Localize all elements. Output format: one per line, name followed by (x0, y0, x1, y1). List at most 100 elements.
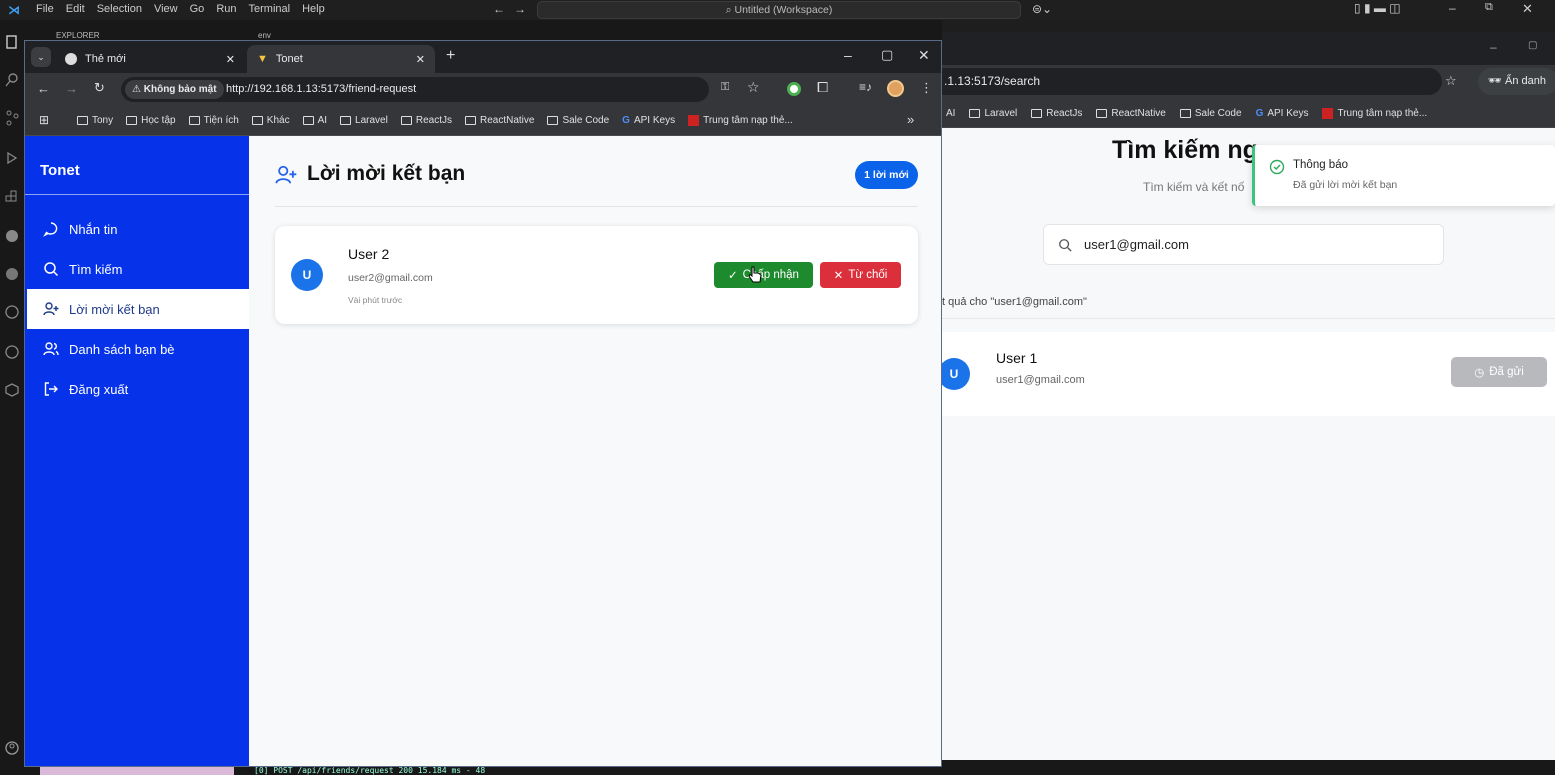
run-debug-icon[interactable] (4, 150, 20, 166)
menu-edit[interactable]: Edit (66, 3, 85, 15)
accept-button[interactable]: ✓ Chấp nhận (714, 262, 813, 288)
search-icon[interactable] (4, 72, 20, 88)
folder-icon (77, 116, 88, 125)
tab-close-icon[interactable]: ✕ (226, 53, 235, 66)
tab-tonet[interactable]: ▼ Tonet ✕ (247, 45, 435, 73)
more-bookmarks-icon[interactable]: » (907, 112, 914, 127)
left-browser-window: ⌄ Thẻ mới ✕ ▼ Tonet ✕ + – ▢ ✕ ← → ↻ ⚠ Kh… (24, 40, 942, 767)
bookmark-tien-ich[interactable]: Tiện ích (188, 115, 239, 126)
close-icon[interactable]: ✕ (1522, 1, 1533, 17)
bookmark-laravel[interactable]: Laravel (340, 115, 388, 126)
right-bookmark-list: AI Laravel ReactJs ReactNative Sale Code… (946, 108, 1427, 119)
menu-selection[interactable]: Selection (97, 3, 142, 15)
reload-icon[interactable]: ↻ (94, 80, 105, 96)
bookmark-reactjs[interactable]: ReactJs (400, 115, 452, 126)
menu-view[interactable]: View (154, 3, 178, 15)
maximize-icon[interactable]: ▢ (1528, 40, 1537, 51)
forward-arrow-icon[interactable]: → (65, 81, 78, 96)
page-title: Lời mời kết bạn (307, 162, 466, 185)
extension-icon[interactable] (787, 82, 801, 96)
right-browser-window: – ▢ .1.13:5173/search ☆ 🕶 Ẩn danh AI Lar… (932, 32, 1555, 760)
tab-close-icon[interactable]: ✕ (416, 53, 425, 66)
python-icon[interactable] (4, 228, 20, 244)
account-icon[interactable] (4, 740, 20, 756)
media-control-icon[interactable]: ≡♪ (859, 80, 872, 94)
security-chip[interactable]: ⚠ Không bảo mật (125, 80, 224, 99)
apps-grid-icon[interactable]: ⊞ (39, 113, 49, 127)
gemini-icon: G (1255, 108, 1264, 119)
minimize-icon[interactable]: – (1490, 40, 1497, 54)
bookmark-trung-tam[interactable]: Trung tâm nạp thẻ... (1322, 108, 1427, 119)
bookmark-ai[interactable]: AI (946, 108, 955, 119)
back-arrow-icon[interactable]: ← (37, 81, 50, 96)
bookmark-star-icon[interactable]: ☆ (747, 79, 760, 96)
copilot-icon[interactable]: ⊜⌄ (1032, 2, 1052, 16)
bookmark-sale-code[interactable]: Sale Code (1179, 108, 1242, 119)
bookmark-sale-code[interactable]: Sale Code (547, 115, 609, 126)
maximize-icon[interactable]: ▢ (881, 47, 893, 63)
sidebar-item-search[interactable]: Tìm kiếm (27, 249, 249, 289)
search-icon (44, 262, 59, 277)
menu-terminal[interactable]: Terminal (249, 3, 291, 15)
new-tab-plus-icon[interactable]: + (446, 47, 455, 65)
menu-file[interactable]: File (36, 3, 54, 15)
sidebar-item-messages[interactable]: Nhắn tin (27, 209, 249, 249)
avatar: U (291, 259, 323, 291)
profile-avatar[interactable] (887, 80, 904, 97)
extensions-icon[interactable] (4, 190, 20, 206)
friend-request-card: U User 2 user2@gmail.com Vài phút trước … (275, 226, 918, 324)
sidebar-item-friends[interactable]: Danh sách bạn bè (27, 329, 249, 369)
bookmark-khac[interactable]: Khác (251, 115, 290, 126)
extensions-puzzle-icon[interactable]: ⧠ (817, 79, 828, 96)
restore-icon[interactable]: ⧉ (1485, 1, 1493, 14)
check-circle-icon (1269, 159, 1285, 175)
reject-button[interactable]: ✕ Từ chối (820, 262, 901, 288)
request-email: user2@gmail.com (348, 272, 433, 284)
files-icon[interactable] (4, 34, 20, 50)
x-icon: ✕ (833, 270, 844, 282)
layout-icon[interactable]: ▯ ▮ ▬ ◫ (1354, 1, 1401, 15)
command-center[interactable]: ⌕ Untitled (Workspace) (537, 1, 1021, 19)
minimize-icon[interactable]: – (844, 47, 852, 63)
right-address-bar[interactable]: .1.13:5173/search (932, 68, 1442, 95)
tabstrip: ⌄ Thẻ mới ✕ ▼ Tonet ✕ + – ▢ ✕ (25, 41, 941, 73)
bookmark-ai[interactable]: AI (302, 115, 327, 126)
bookmark-laravel[interactable]: Laravel (969, 108, 1017, 119)
bookmark-tony[interactable]: Tony (77, 115, 113, 126)
password-key-icon[interactable]: ⚿ (721, 81, 729, 94)
menu-run[interactable]: Run (216, 3, 236, 15)
folder-icon (464, 116, 476, 125)
bookmark-reactnative[interactable]: ReactNative (464, 115, 534, 126)
sidebar-item-friend-requests[interactable]: Lời mời kết bạn (27, 289, 249, 329)
bookmark-api-keys[interactable]: G API Keys (1256, 108, 1309, 119)
menu-go[interactable]: Go (190, 3, 205, 15)
incognito-indicator[interactable]: 🕶 Ẩn danh (1478, 68, 1555, 95)
bookmark-api-keys[interactable]: G API Keys (622, 115, 675, 126)
star-icon[interactable]: ☆ (1445, 73, 1457, 89)
bookmark-hoc-tap[interactable]: Học tập (126, 115, 176, 126)
source-control-icon[interactable] (4, 110, 20, 126)
minimize-icon[interactable]: – (1449, 1, 1456, 15)
tab-new-tab[interactable]: Thẻ mới ✕ (55, 45, 245, 73)
bookmark-trung-tam[interactable]: Trung tâm nạp thẻ... (688, 115, 793, 126)
bookmark-reactjs[interactable]: ReactJs (1031, 108, 1082, 119)
github-icon[interactable] (4, 304, 20, 320)
remote-icon[interactable] (4, 266, 20, 282)
search-input[interactable]: user1@gmail.com (1043, 224, 1444, 265)
bookmark-reactnative[interactable]: ReactNative (1096, 108, 1166, 119)
menu-help[interactable]: Help (302, 3, 325, 15)
docker-icon[interactable] (4, 344, 20, 360)
users-icon (43, 342, 59, 356)
sidebar-item-logout[interactable]: Đăng xuất (27, 369, 249, 409)
more-menu-icon[interactable]: ⋮ (920, 80, 933, 96)
sent-button[interactable]: ◷ Đã gửi (1451, 357, 1547, 387)
back-arrow-icon[interactable]: ← (493, 2, 505, 16)
close-window-icon[interactable]: ✕ (918, 47, 930, 64)
database-icon[interactable] (4, 382, 20, 398)
folder-icon (188, 116, 200, 125)
forward-arrow-icon[interactable]: → (514, 2, 526, 16)
editor-tab-env[interactable]: env (258, 31, 271, 40)
tab-search-button[interactable]: ⌄ (31, 47, 51, 67)
sidebar-item-label: Danh sách bạn bè (69, 341, 175, 357)
address-bar[interactable]: ⚠ Không bảo mật http://192.168.1.13:5173… (121, 77, 709, 102)
